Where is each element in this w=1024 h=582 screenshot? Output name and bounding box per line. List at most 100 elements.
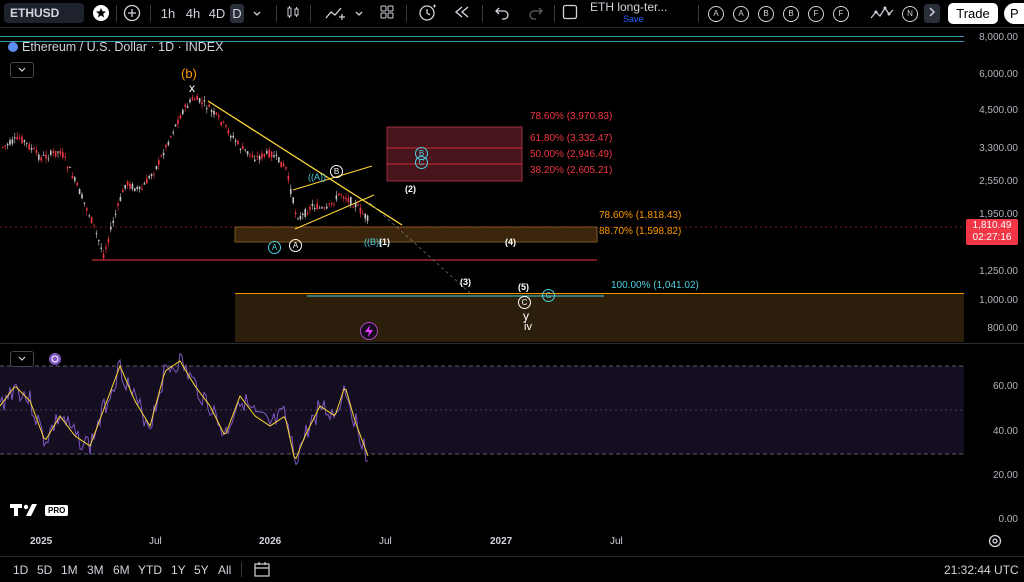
interval-4d[interactable]: 4D xyxy=(206,4,228,23)
candle-body xyxy=(155,166,158,170)
interval-1h[interactable]: 1h xyxy=(158,4,178,23)
candle-body xyxy=(62,152,64,158)
alert-btn-b1[interactable]: B xyxy=(758,6,774,22)
time-tick: Jul xyxy=(379,536,392,547)
last-price-badge: 1,810.49 02:27:16 xyxy=(966,219,1018,245)
alert-btn-f2[interactable]: F xyxy=(833,6,849,22)
event-lightning-icon[interactable] xyxy=(360,322,378,340)
candle-body xyxy=(354,203,357,208)
wave-3: (3) xyxy=(460,277,471,287)
candle-body xyxy=(148,176,150,179)
candles-icon[interactable] xyxy=(284,4,302,23)
wave-icon[interactable] xyxy=(868,4,896,23)
range-1d[interactable]: 1D xyxy=(13,563,28,577)
candle-body xyxy=(340,194,342,196)
candle-body xyxy=(126,181,129,186)
rsi-settings-icon[interactable] xyxy=(48,352,62,366)
candle-body xyxy=(177,119,179,124)
candle-body xyxy=(287,175,290,181)
candle-body xyxy=(242,146,244,149)
range-3m[interactable]: 3M xyxy=(87,563,104,577)
candle-body xyxy=(2,146,4,148)
wave-2: (2) xyxy=(405,184,416,194)
candle-body xyxy=(143,183,146,185)
add-symbol-button[interactable] xyxy=(122,4,142,23)
layout-name-button[interactable]: ETH long-ter... Save xyxy=(590,1,700,25)
candle-body xyxy=(186,106,189,108)
symbol-search[interactable]: ETHUSD xyxy=(4,3,84,23)
candle-body xyxy=(256,155,258,157)
goto-date-button[interactable] xyxy=(253,561,271,578)
support-zone-box xyxy=(235,294,964,342)
price-scale[interactable]: 8,000.00 6,000.00 4,500.00 3,300.00 2,55… xyxy=(964,27,1024,343)
chart-settings-button[interactable] xyxy=(987,533,1003,549)
fib-resistance-box xyxy=(386,126,523,182)
chevron-down-icon[interactable] xyxy=(250,4,264,23)
candle-body xyxy=(268,149,270,158)
rsi-tick: 20.00 xyxy=(992,470,1018,481)
candle-body xyxy=(93,224,95,226)
candle-body xyxy=(366,215,369,221)
candle-body xyxy=(318,207,321,209)
range-5y[interactable]: 5Y xyxy=(194,563,209,577)
candle-body xyxy=(261,153,263,159)
candle-body xyxy=(350,197,352,205)
range-5d[interactable]: 5D xyxy=(37,563,52,577)
time-tick: 2026 xyxy=(259,536,282,547)
candle-body xyxy=(357,204,359,206)
candle-body xyxy=(338,193,340,196)
candle-body xyxy=(278,157,280,163)
star-icon[interactable] xyxy=(90,4,112,23)
candle-body xyxy=(273,155,275,158)
trade-button[interactable]: Trade xyxy=(948,3,998,24)
legend-collapse-button[interactable] xyxy=(10,62,34,78)
wave-iv-label: iv xyxy=(524,321,532,333)
candle-body xyxy=(162,152,165,156)
square-icon[interactable] xyxy=(560,4,580,23)
undo-icon[interactable] xyxy=(492,4,512,23)
clock-time[interactable]: 21:32:44 UTC xyxy=(944,563,1019,577)
alert-btn-a2[interactable]: A xyxy=(733,6,749,22)
replay-icon[interactable] xyxy=(450,4,472,23)
grid-icon[interactable] xyxy=(378,4,396,23)
candle-body xyxy=(88,215,90,217)
rsi-scale[interactable]: 60.00 40.00 20.00 0.00 xyxy=(964,346,1024,531)
chevron-right-icon[interactable] xyxy=(924,4,940,23)
legend-title: Ethereum / U.S. Dollar · 1D · INDEX xyxy=(8,40,223,54)
range-ytd[interactable]: YTD xyxy=(138,563,162,577)
tradingview-logo[interactable]: PRO xyxy=(10,503,69,517)
candle-body xyxy=(110,226,112,230)
alert-btn-n[interactable]: N xyxy=(902,6,918,22)
candle-body xyxy=(237,141,239,145)
rsi-chart[interactable] xyxy=(0,346,964,531)
candle-body xyxy=(107,239,110,243)
alert-btn-f1[interactable]: F xyxy=(808,6,824,22)
redo-icon[interactable] xyxy=(526,4,546,23)
candle-body xyxy=(206,108,208,110)
candle-body xyxy=(141,188,143,190)
top-toolbar: ETHUSD 1h 4h 4D D ETH long-ter... Save A… xyxy=(0,0,1024,28)
legend-title-text: Ethereum / U.S. Dollar · 1D · INDEX xyxy=(22,40,224,54)
candle-body xyxy=(117,203,119,206)
publish-button[interactable]: P xyxy=(1004,3,1024,24)
indicators-dropdown-icon[interactable] xyxy=(352,4,366,23)
candle-body xyxy=(114,213,117,215)
alert-btn-b2[interactable]: B xyxy=(783,6,799,22)
candle-body xyxy=(201,102,203,105)
range-all[interactable]: All xyxy=(218,563,231,577)
alert-btn-a1[interactable]: A xyxy=(708,6,724,22)
price-chart[interactable] xyxy=(0,33,964,342)
indicators-icon[interactable] xyxy=(322,4,348,23)
candle-body xyxy=(208,104,210,108)
interval-d[interactable]: D xyxy=(230,4,244,23)
candle-body xyxy=(124,184,126,189)
candle-body xyxy=(302,213,304,215)
alert-icon[interactable] xyxy=(416,4,438,23)
range-1m[interactable]: 1M xyxy=(61,563,78,577)
interval-4h[interactable]: 4h xyxy=(182,4,204,23)
candle-body xyxy=(18,137,21,140)
range-6m[interactable]: 6M xyxy=(113,563,130,577)
fib-label-500: 50.00% (2,946.49) xyxy=(530,149,613,160)
rsi-collapse-button[interactable] xyxy=(10,351,34,367)
range-1y[interactable]: 1Y xyxy=(171,563,186,577)
